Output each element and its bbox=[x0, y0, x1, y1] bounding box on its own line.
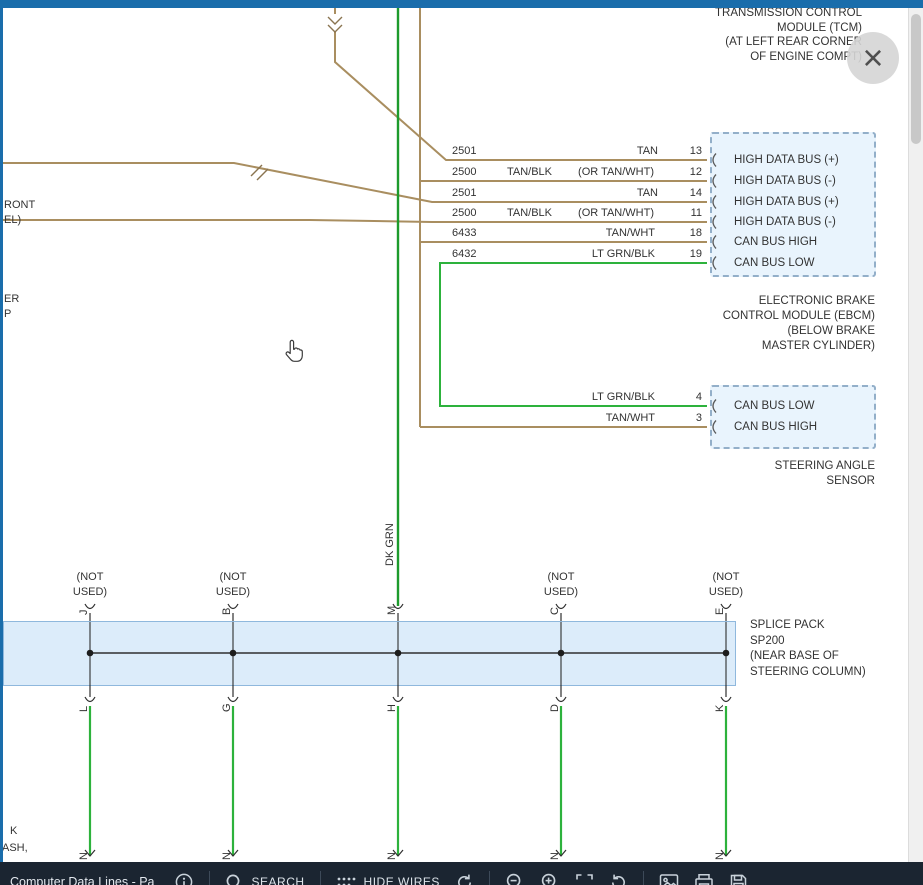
splice-pin-letter: B bbox=[221, 608, 233, 615]
wire-color-label: TAN/BLK bbox=[468, 165, 552, 179]
splice-pack-label: SPLICE PACK SP200 (NEAR BASE OF STEERING… bbox=[750, 618, 866, 680]
wire-alt-color-label: (OR TAN/WHT) bbox=[552, 206, 654, 220]
splice-pin-letter: E bbox=[714, 608, 726, 615]
wire-color-label: LT GRN/BLK bbox=[543, 390, 655, 404]
wire-circuit-label: 2501 bbox=[452, 186, 476, 200]
connector-function-label: CAN BUS HIGH bbox=[734, 236, 817, 248]
wire-circuit-label: 6433 bbox=[452, 226, 476, 240]
close-icon: × bbox=[862, 40, 883, 76]
print-icon[interactable] bbox=[694, 873, 714, 885]
wire-color-label: TAN/BLK bbox=[468, 206, 552, 220]
connector-function-label: HIGH DATA BUS (-) bbox=[734, 175, 836, 187]
reset-icon[interactable] bbox=[455, 873, 474, 885]
connector-letter: N bbox=[221, 852, 233, 860]
app-window: HIGH DATA BUS (+) HIGH DATA BUS (-) HIGH… bbox=[0, 0, 923, 885]
wire-circuit-label: 6432 bbox=[452, 247, 476, 261]
rotate-icon[interactable] bbox=[609, 873, 628, 885]
search-button[interactable]: SEARCH bbox=[225, 873, 305, 885]
clipped-label-fragment: EL) bbox=[4, 213, 21, 227]
wire-alt-color-label: (OR TAN/WHT) bbox=[552, 165, 654, 179]
wire-color-label: TAN bbox=[556, 186, 658, 200]
zoom-out-icon[interactable] bbox=[505, 872, 525, 885]
wire-color-label: LT GRN/BLK bbox=[543, 247, 655, 261]
search-icon bbox=[225, 873, 244, 885]
connector-function-label: HIGH DATA BUS (+) bbox=[734, 154, 839, 166]
not-used-note: (NOT USED) bbox=[50, 570, 130, 599]
image-icon[interactable] bbox=[659, 873, 679, 885]
fit-to-screen-icon[interactable] bbox=[575, 873, 594, 885]
diagram-title: Computer Data Lines - Pa bbox=[10, 875, 155, 885]
splice-pin-letter: J bbox=[78, 610, 90, 616]
splice-pin-letter: D bbox=[549, 704, 561, 712]
wire-pin-label: 18 bbox=[660, 226, 702, 240]
wire-pin-label: 11 bbox=[660, 206, 702, 220]
not-used-note: (NOT USED) bbox=[521, 570, 601, 599]
splice-pin-letter: H bbox=[386, 704, 398, 712]
clipped-label-fragment: K bbox=[10, 824, 17, 838]
hide-wires-label: HIDE WIRES bbox=[364, 875, 440, 885]
wire-color-label: TAN/WHT bbox=[553, 226, 655, 240]
wire-color-label: DK GRN bbox=[384, 523, 396, 566]
connector-function-label: CAN BUS LOW bbox=[734, 400, 815, 412]
connector-letter: N bbox=[386, 852, 398, 860]
splice-pin-letter: K bbox=[714, 705, 726, 712]
window-left-edge bbox=[0, 0, 3, 885]
clipped-label-fragment: P bbox=[4, 307, 11, 321]
connector-letter: N bbox=[78, 852, 90, 860]
connector-letter: N bbox=[714, 852, 726, 860]
toolbar-divider bbox=[320, 871, 321, 885]
connector-function-label: HIGH DATA BUS (-) bbox=[734, 216, 836, 228]
clipped-label-fragment: ER bbox=[4, 292, 19, 306]
wire-color-label: TAN bbox=[556, 144, 658, 158]
splice-pin-letter: C bbox=[549, 607, 561, 615]
splice-pin-letter: G bbox=[221, 703, 233, 712]
info-icon[interactable] bbox=[174, 872, 194, 885]
not-used-note: (NOT USED) bbox=[193, 570, 273, 599]
green-wires bbox=[90, 0, 726, 856]
wires-icon bbox=[336, 874, 356, 885]
toolbar-divider bbox=[643, 871, 644, 885]
splice-pin-letter: M bbox=[386, 606, 398, 615]
splice-pin-letter: L bbox=[78, 706, 90, 712]
search-label: SEARCH bbox=[252, 875, 305, 885]
wire-color-label: TAN/WHT bbox=[553, 411, 655, 425]
save-icon[interactable] bbox=[729, 873, 748, 885]
splice-pack-band bbox=[3, 621, 736, 686]
clipped-label-fragment: RONT bbox=[4, 198, 35, 212]
wire-pin-label: 4 bbox=[660, 390, 702, 404]
connector-function-label: CAN BUS LOW bbox=[734, 257, 815, 269]
ebcm-label: ELECTRONIC BRAKE CONTROL MODULE (EBCM) (… bbox=[723, 294, 875, 354]
window-title-strip bbox=[0, 0, 923, 8]
wire-pin-label: 12 bbox=[660, 165, 702, 179]
wire-circuit-label: 2501 bbox=[452, 144, 476, 158]
connector-function-label: HIGH DATA BUS (+) bbox=[734, 196, 839, 208]
clipped-label-fragment: ASH, bbox=[2, 841, 28, 855]
hide-wires-button[interactable]: HIDE WIRES bbox=[336, 874, 440, 885]
toolbar-divider bbox=[489, 871, 490, 885]
connector-letter: N bbox=[549, 852, 561, 860]
wire-pin-label: 3 bbox=[660, 411, 702, 425]
wire-pin-label: 14 bbox=[660, 186, 702, 200]
close-button[interactable]: × bbox=[847, 32, 899, 84]
toolbar-divider bbox=[209, 871, 210, 885]
wire-break-marks bbox=[251, 17, 342, 180]
cursor-hand-icon bbox=[281, 339, 305, 370]
wire-pin-label: 13 bbox=[660, 144, 702, 158]
connector-function-label: CAN BUS HIGH bbox=[734, 421, 817, 433]
scrollbar[interactable] bbox=[908, 8, 923, 862]
tcm-connector-box: HIGH DATA BUS (+) HIGH DATA BUS (-) HIGH… bbox=[710, 132, 876, 277]
not-used-note: (NOT USED) bbox=[686, 570, 766, 599]
bottom-toolbar: Computer Data Lines - Pa SEARCH HIDE WIR… bbox=[0, 862, 923, 885]
zoom-in-icon[interactable] bbox=[540, 872, 560, 885]
sas-label: STEERING ANGLE SENSOR bbox=[775, 459, 875, 489]
tcm-label: TRANSMISSION CONTROL MODULE (TCM) (AT LE… bbox=[715, 6, 862, 64]
wire-pin-label: 19 bbox=[660, 247, 702, 261]
sas-connector-box: CAN BUS LOW CAN BUS HIGH bbox=[710, 385, 876, 449]
scrollbar-thumb[interactable] bbox=[911, 14, 921, 144]
